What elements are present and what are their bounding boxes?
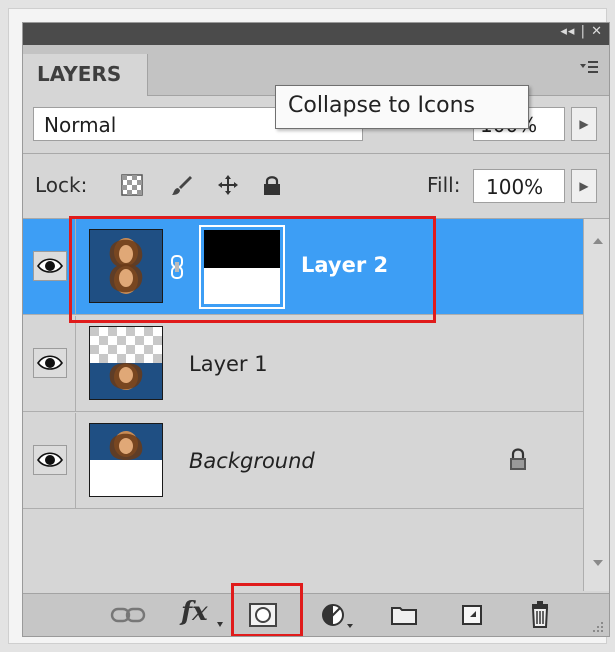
panel-titlebar: ◂◂ | ✕ <box>23 23 609 45</box>
fill-arrow-button[interactable]: ▶ <box>571 169 597 203</box>
visibility-toggle[interactable] <box>33 348 67 378</box>
layer-row-background[interactable]: Background <box>23 413 583 509</box>
scroll-down-icon[interactable] <box>592 559 604 567</box>
lock-label: Lock: <box>35 173 88 197</box>
highlight-box-layer-2 <box>69 216 436 323</box>
layers-bottom-bar: fx <box>23 593 609 636</box>
panel-menu-icon[interactable] <box>579 59 599 79</box>
scroll-up-icon[interactable] <box>592 237 604 245</box>
eye-icon <box>37 258 63 273</box>
trash-icon[interactable] <box>525 600 555 630</box>
lock-row: Lock: Fill: 100% ▶ <box>23 153 609 219</box>
layer-name: Background <box>189 449 315 473</box>
fill-field[interactable]: 100% <box>473 169 565 203</box>
layers-scrollbar[interactable] <box>583 219 609 591</box>
link-layers-icon[interactable] <box>109 600 147 630</box>
adjustment-layer-icon[interactable] <box>319 600 353 630</box>
lock-position-icon[interactable] <box>217 174 239 196</box>
fill-label: Fill: <box>427 173 461 197</box>
layer-thumbnail[interactable] <box>89 326 163 400</box>
eye-icon <box>37 452 63 467</box>
visibility-toggle[interactable] <box>33 445 67 475</box>
eye-column-divider <box>75 316 76 411</box>
collapse-close-controls[interactable]: ◂◂ | ✕ <box>560 24 603 39</box>
lock-brush-icon[interactable] <box>171 174 193 196</box>
layer-lock-icon <box>510 448 526 470</box>
layer-row-layer-1[interactable]: Layer 1 <box>23 316 583 412</box>
layer-name: Layer 1 <box>189 352 268 376</box>
tab-layers-label: LAYERS <box>37 62 122 86</box>
highlight-box-add-mask <box>231 583 303 636</box>
collapse-to-icons-tooltip: Collapse to Icons <box>275 85 529 129</box>
new-group-icon[interactable] <box>389 600 419 630</box>
lock-transparent-icon[interactable] <box>121 174 143 196</box>
resize-grip-icon[interactable] <box>589 618 605 634</box>
visibility-toggle[interactable] <box>33 251 67 281</box>
lock-all-icon[interactable] <box>261 174 283 196</box>
fx-dropdown-icon <box>217 622 223 627</box>
eye-column-divider <box>75 413 76 508</box>
tab-layers[interactable]: LAYERS <box>23 54 148 96</box>
eye-icon <box>37 355 63 370</box>
layers-panel: ◂◂ | ✕ LAYERS Normal 100% ▶ Lock: <box>22 22 610 637</box>
layer-thumbnail[interactable] <box>89 423 163 497</box>
new-layer-icon[interactable] <box>457 600 487 630</box>
fx-icon[interactable]: fx <box>181 597 208 627</box>
opacity-arrow-button[interactable]: ▶ <box>571 107 597 141</box>
